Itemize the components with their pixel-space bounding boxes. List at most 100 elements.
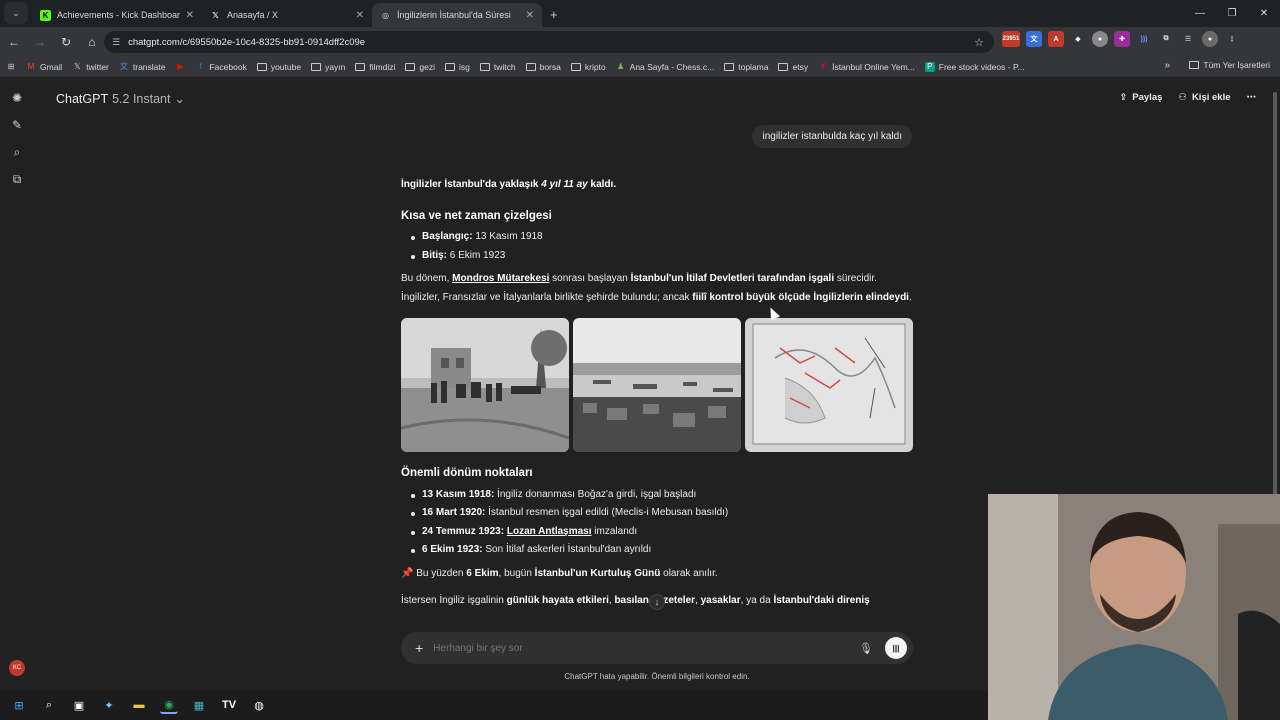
openai-logo-icon[interactable]: ✺ <box>9 90 25 106</box>
folder-icon <box>570 62 581 71</box>
address-bar[interactable]: ☰ chatgpt.com/c/69550b2e-10c4-8325-bb91-… <box>104 31 994 53</box>
file-explorer-icon[interactable]: ▬ <box>130 696 148 714</box>
webcam-overlay <box>988 494 1280 720</box>
profile-icon[interactable]: ● <box>1202 31 1218 47</box>
tab-x[interactable]: 𝕏 Anasayfa / X ✕ <box>202 3 372 27</box>
attach-plus-icon[interactable]: + <box>415 640 423 656</box>
bookmark-folder-isg[interactable]: isg <box>444 61 470 72</box>
mondros-link[interactable]: Mondros Mütarekesi <box>452 273 549 284</box>
close-tab-icon[interactable]: ✕ <box>186 10 194 21</box>
tab-chatgpt[interactable]: ◎ İngilizlerin İstanbul'da Süresi ✕ <box>372 3 542 27</box>
search-icon[interactable]: ⌕ <box>9 144 25 160</box>
gallery-image-map[interactable] <box>745 318 913 452</box>
bookmark-translate[interactable]: 文 translate <box>119 62 166 72</box>
tradingview-icon[interactable]: TV <box>220 696 238 714</box>
bookmark-folder-youtube[interactable]: youtube <box>256 62 301 72</box>
youtube-icon: ▶ <box>177 62 184 71</box>
bookmark-folder-twitch[interactable]: twitch <box>479 62 516 72</box>
facebook-icon: f <box>199 62 202 71</box>
close-tab-icon[interactable]: ✕ <box>526 10 534 21</box>
audio-ext-icon[interactable]: ))) <box>1136 31 1152 47</box>
more-options-icon[interactable]: ⋯ <box>1247 92 1257 103</box>
forward-icon[interactable]: → <box>28 30 52 54</box>
bookmark-star-icon[interactable]: ☆ <box>974 36 984 49</box>
bookmark-yemeksepeti[interactable]: Y İstanbul Online Yem... <box>818 62 914 72</box>
bookmark-chess[interactable]: ♟ Ana Sayfa - Chess.c... <box>616 62 714 72</box>
task-view-icon[interactable]: ▣ <box>70 696 88 714</box>
reading-list-icon[interactable]: ☰ <box>1180 31 1196 47</box>
timeline-heading: Kısa ve net zaman çizelgesi <box>401 209 552 222</box>
ext-badge-icon[interactable]: 23951 <box>1002 31 1020 47</box>
home-icon[interactable]: ⌂ <box>80 30 104 54</box>
back-icon[interactable]: ← <box>2 30 26 54</box>
tab-title: Anasayfa / X <box>227 10 279 20</box>
bookmark-label: borsa <box>539 61 561 72</box>
bookmark-folder-etsy[interactable]: etsy <box>778 62 808 72</box>
header-actions: ⇪ Paylaş ⚇ Kişi ekle ⋯ <box>1119 92 1256 103</box>
gallery-image-parade[interactable] <box>401 318 569 452</box>
windows-start-icon[interactable]: ⊞ <box>10 696 28 714</box>
maximize-icon[interactable]: ❐ <box>1216 0 1248 26</box>
gallery-image-harbor[interactable] <box>573 318 741 452</box>
site-settings-icon[interactable]: ☰ <box>112 37 120 48</box>
bookmark-label: kripto <box>584 61 606 72</box>
model-selector[interactable]: ChatGPT 5.2 Instant ⌄ <box>56 91 185 107</box>
microphone-icon[interactable]: 🎙 <box>859 642 873 655</box>
bookmark-folder-yayin[interactable]: yayın <box>311 62 345 72</box>
puzzle-icon[interactable]: ⧉ <box>1158 31 1174 47</box>
minimize-icon[interactable]: — <box>1184 0 1216 26</box>
tab-search-button[interactable]: ⌄ <box>4 2 28 24</box>
bookmark-twitter[interactable]: 𝕏twitter <box>72 62 109 72</box>
menu-kebab-icon[interactable]: ⋮ <box>1224 31 1240 47</box>
assistant-answer: İngilizler İstanbul'da yaklaşık 4 yıl 11… <box>401 176 913 611</box>
purple-ext-icon[interactable]: ✚ <box>1114 31 1130 47</box>
bookmark-folder-kripto[interactable]: kripto <box>570 61 606 72</box>
adblock-ext-icon[interactable]: A <box>1048 31 1064 47</box>
bookmarks-overflow-icon[interactable]: » <box>1164 60 1170 71</box>
add-person-button[interactable]: ⚇ Kişi ekle <box>1178 92 1230 103</box>
bookmark-pexels[interactable]: P Free stock videos - P... <box>924 61 1025 72</box>
diamond-ext-icon[interactable]: ◆ <box>1070 31 1086 47</box>
apps-icon[interactable]: ⊞ <box>6 62 16 72</box>
close-window-icon[interactable]: ✕ <box>1248 0 1280 26</box>
bookmark-youtube-video[interactable]: ▶ <box>175 62 185 72</box>
bookmark-folder-gezi[interactable]: gezi <box>405 62 435 72</box>
bookmark-label: etsy <box>792 61 809 72</box>
bookmark-folder-filmdizi[interactable]: filmdizi <box>355 62 395 72</box>
bookmark-folder-borsa[interactable]: borsa <box>525 61 561 72</box>
new-chat-icon[interactable]: ✎ <box>9 117 25 133</box>
chrome-icon[interactable]: ◉ <box>160 696 178 714</box>
all-bookmarks[interactable]: Tüm Yer İşaretleri <box>1189 60 1270 70</box>
bookmark-label: translate <box>132 61 166 72</box>
answer-paragraph: Bu dönem, Mondros Mütarekesi sonrası baş… <box>401 273 912 303</box>
copilot-icon[interactable]: ✦ <box>100 696 118 714</box>
list-item: 13 Kasım 1918: İngiliz donanması Boğaz'a… <box>411 486 913 505</box>
voice-mode-icon[interactable]: ||| <box>885 637 907 659</box>
bookmark-facebook[interactable]: f Facebook <box>195 62 246 72</box>
library-icon[interactable]: ⧉ <box>9 171 25 187</box>
gray-ext-icon[interactable]: ● <box>1092 31 1108 47</box>
reload-icon[interactable]: ↻ <box>54 30 78 54</box>
app-icon[interactable]: ▦ <box>190 696 208 714</box>
new-tab-button[interactable]: + <box>550 7 558 22</box>
model-version: 5.2 Instant <box>112 91 171 106</box>
bookmark-gmail[interactable]: M Gmail <box>26 61 63 72</box>
bookmark-folder-toplama[interactable]: toplama <box>724 62 768 72</box>
pin-icon: 📌 <box>401 567 414 579</box>
obs-icon[interactable]: ◍ <box>250 696 268 714</box>
scroll-down-icon[interactable]: ↓ <box>649 594 665 610</box>
list-item: 16 Mart 1920: İstanbul resmen işgal edil… <box>411 504 913 523</box>
tab-kick[interactable]: K Achievements - Kick Dashboard ✕ <box>32 3 202 27</box>
share-button[interactable]: ⇪ Paylaş <box>1119 92 1162 103</box>
avatar[interactable]: KC <box>9 660 25 676</box>
share-icon: ⇪ <box>1119 92 1128 103</box>
taskbar-search-icon[interactable]: ⌕ <box>40 696 58 714</box>
close-tab-icon[interactable]: ✕ <box>356 10 364 21</box>
folder-icon <box>256 62 267 71</box>
lozan-link[interactable]: Lozan Antlaşması <box>507 526 592 537</box>
message-input[interactable] <box>433 642 860 654</box>
share-label: Paylaş <box>1132 92 1163 103</box>
bookmark-label: isg <box>458 61 470 72</box>
translate-ext-icon[interactable]: 文 <box>1026 31 1042 47</box>
bookmark-label: Gmail <box>40 61 63 72</box>
